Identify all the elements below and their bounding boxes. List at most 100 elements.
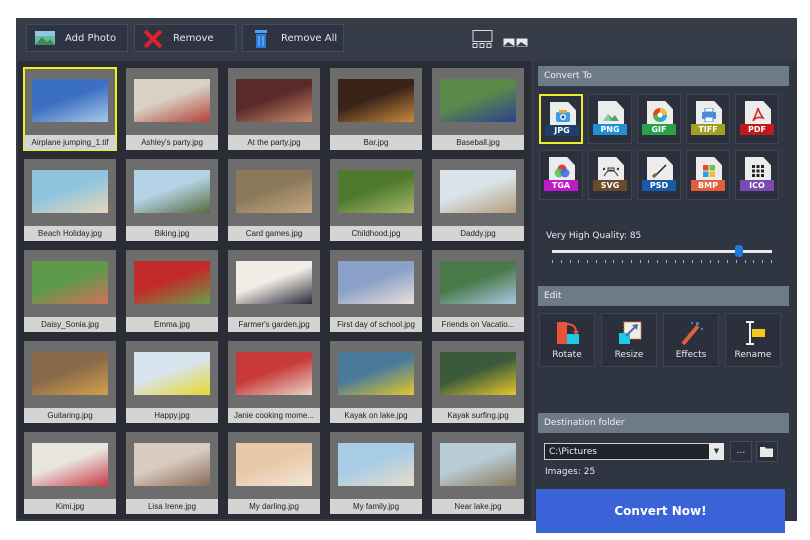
format-pdf-button[interactable]: PDF (735, 94, 779, 144)
app-window: Add Photo Remove Remove All Airplane jum… (16, 18, 797, 533)
slider-tick (710, 260, 711, 263)
slider-tick (561, 260, 562, 263)
quality-slider[interactable] (552, 245, 772, 257)
slider-tick (631, 260, 632, 263)
photo-tile[interactable]: Lisa Irene.jpg (126, 432, 218, 514)
photo-thumbnail (32, 352, 108, 395)
side-panel: Convert To JPG PNG GIF TIFF PDF TGA SVG PSD BMP I… (534, 61, 797, 533)
destination-dropdown-arrow[interactable]: ▼ (709, 443, 724, 460)
photo-tile[interactable]: Farmer's garden.jpg (228, 250, 320, 332)
photo-tile[interactable]: Kimi.jpg (24, 432, 116, 514)
photo-tile[interactable]: Bar.jpg (330, 68, 422, 150)
rotate-button[interactable]: Rotate (539, 313, 595, 367)
remove-label: Remove (173, 32, 214, 44)
format-label: PDF (740, 124, 774, 135)
slider-tick (578, 260, 579, 263)
format-ico-button[interactable]: ICO (735, 150, 779, 200)
photo-tile[interactable]: My family.jpg (330, 432, 422, 514)
slider-tick (640, 260, 641, 263)
photo-thumbnail (236, 79, 312, 122)
photo-tile[interactable]: First day of school.jpg (330, 250, 422, 332)
photo-caption: Ashley's party.jpg (126, 135, 218, 150)
photo-caption: Friends on Vacatio... (432, 317, 524, 332)
slider-tick (587, 260, 588, 263)
photo-thumbnail (134, 261, 210, 304)
photo-caption: Daddy.jpg (432, 226, 524, 241)
format-jpg-button[interactable]: JPG (539, 94, 583, 144)
rename-button[interactable]: Rename (725, 313, 781, 367)
photo-thumbnail (236, 443, 312, 486)
photo-tile[interactable]: Ashley's party.jpg (126, 68, 218, 150)
photo-tile[interactable]: Near lake.jpg (432, 432, 524, 514)
photo-caption: Kayak on lake.jpg (330, 408, 422, 423)
acrobat-icon (750, 107, 766, 122)
quality-label: Very High Quality: 85 (546, 231, 642, 241)
photo-tile[interactable]: Airplane jumping_1.tif (23, 67, 117, 151)
slider-tick (692, 260, 693, 263)
slider-tick (622, 260, 623, 263)
photo-tile[interactable]: Kayak on lake.jpg (330, 341, 422, 423)
photo-thumbnail (338, 443, 414, 486)
photo-caption: Biking.jpg (126, 226, 218, 241)
remove-button[interactable]: Remove (134, 24, 236, 52)
grid-view-icon[interactable] (503, 33, 529, 52)
format-svg-button[interactable]: SVG (588, 150, 632, 200)
slider-tick (613, 260, 614, 263)
photo-tile[interactable]: Beach Holiday.jpg (24, 159, 116, 241)
slider-tick (753, 260, 754, 263)
format-bmp-button[interactable]: BMP (686, 150, 730, 200)
photo-tile[interactable]: Friends on Vacatio... (432, 250, 524, 332)
photo-thumbnail (134, 352, 210, 395)
photo-thumbnail (440, 443, 516, 486)
photo-thumbnail (338, 170, 414, 213)
quality-slider-thumb[interactable] (735, 245, 743, 257)
images-count: Images: 25 (545, 467, 596, 477)
open-folder-button[interactable] (756, 441, 778, 462)
add-photo-button[interactable]: Add Photo (26, 24, 128, 52)
photo-thumbnail (134, 170, 210, 213)
photo-tile[interactable]: At the party.jpg (228, 68, 320, 150)
photo-tile[interactable]: Kayak surfing.jpg (432, 341, 524, 423)
browse-button[interactable]: ... (730, 441, 752, 462)
photo-caption: Beach Holiday.jpg (24, 226, 116, 241)
photo-thumbnail (32, 261, 108, 304)
photo-tile[interactable]: My darling.jpg (228, 432, 320, 514)
photo-tile[interactable]: Biking.jpg (126, 159, 218, 241)
format-png-button[interactable]: PNG (588, 94, 632, 144)
photo-tile[interactable]: Daddy.jpg (432, 159, 524, 241)
photo-caption: My family.jpg (330, 499, 422, 514)
format-gif-button[interactable]: GIF (637, 94, 681, 144)
convert-now-button[interactable]: Convert Now! (536, 489, 785, 533)
slider-tick (762, 260, 763, 263)
effects-label: Effects (675, 350, 707, 360)
filmstrip-view-icon[interactable] (472, 30, 494, 52)
photo-tile[interactable]: Guitaring.jpg (24, 341, 116, 423)
photo-tile[interactable]: Daisy_Sonia.jpg (24, 250, 116, 332)
photo-tile[interactable]: Happy.jpg (126, 341, 218, 423)
format-label: SVG (593, 180, 627, 191)
rgb-circles-icon (554, 163, 570, 178)
destination-path-input[interactable]: C:\Pictures (544, 443, 724, 460)
photo-thumbnail (236, 170, 312, 213)
resize-button[interactable]: Resize (601, 313, 657, 367)
photo-tile[interactable]: Emma.jpg (126, 250, 218, 332)
remove-all-button[interactable]: Remove All (242, 24, 344, 52)
photo-caption: Guitaring.jpg (24, 408, 116, 423)
photo-caption: At the party.jpg (228, 135, 320, 150)
format-psd-button[interactable]: PSD (637, 150, 681, 200)
photo-tile[interactable]: Baseball.jpg (432, 68, 524, 150)
format-tga-button[interactable]: TGA (539, 150, 583, 200)
photo-tile[interactable]: Childhood.jpg (330, 159, 422, 241)
photo-thumbnail (236, 261, 312, 304)
slider-tick (736, 260, 737, 263)
rename-label: Rename (734, 350, 772, 360)
photo-caption: Daisy_Sonia.jpg (24, 317, 116, 332)
format-label: PSD (642, 180, 676, 191)
format-tiff-button[interactable]: TIFF (686, 94, 730, 144)
resize-label: Resize (614, 350, 644, 360)
photo-tile[interactable]: Card games.jpg (228, 159, 320, 241)
photo-caption: Kimi.jpg (24, 499, 116, 514)
resize-icon (618, 320, 642, 346)
photo-tile[interactable]: Janie cooking mome... (228, 341, 320, 423)
effects-button[interactable]: Effects (663, 313, 719, 367)
